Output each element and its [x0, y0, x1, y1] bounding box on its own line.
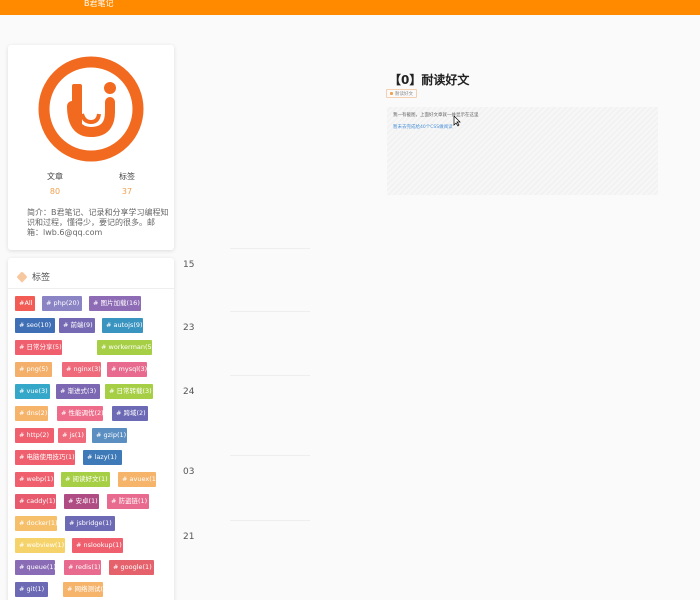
tag-chip[interactable]: # workerman(5) — [97, 340, 154, 355]
tag-chip[interactable]: # 日常转载(3) — [105, 384, 153, 399]
timeline-day: 15 — [183, 260, 195, 270]
tag-chip[interactable]: # vue(3) — [15, 384, 50, 399]
timeline-day: 23 — [183, 323, 195, 333]
tag-panel-header: 标签 — [16, 270, 51, 283]
timeline-divider — [230, 311, 310, 312]
tag-chip[interactable]: # 跨域(2) — [112, 406, 148, 421]
timeline-divider — [230, 248, 310, 249]
tag-chip[interactable]: # docker(1) — [15, 516, 58, 531]
divider — [8, 288, 174, 289]
timeline-divider — [230, 375, 310, 376]
tag-chip[interactable]: # webview(1) — [15, 538, 65, 553]
tag-chip[interactable]: # gzip(1) — [92, 428, 127, 443]
tag-chip[interactable]: # google(1) — [109, 560, 154, 575]
site-brand[interactable]: B君笔记 — [84, 0, 114, 9]
tag-chip[interactable]: # autojs(9) — [102, 318, 143, 333]
timeline-divider — [230, 455, 310, 456]
tag-chip[interactable]: # php(20) — [42, 296, 82, 311]
tag-chip[interactable]: # 网络测试(1) — [63, 582, 110, 597]
tag-chip[interactable]: # png(5) — [15, 362, 52, 377]
tag-chip[interactable]: # 防盗链(1) — [107, 494, 149, 509]
stat-articles-label: 文章 — [47, 172, 63, 181]
stat-tags-value: 37 — [121, 187, 133, 196]
timeline-day: 21 — [183, 532, 195, 542]
tag-chip[interactable]: # js(1) — [58, 428, 86, 443]
tag-chip[interactable]: # 阅读好文(1) — [61, 472, 110, 487]
tag-chip[interactable]: # 日常分享(5) — [15, 340, 62, 355]
post-tag-label: 耐读好文 — [395, 92, 413, 97]
tag-chip[interactable]: # queue(1) — [15, 560, 56, 575]
post-title[interactable]: 【0】耐读好文 — [389, 71, 469, 88]
tag-chip[interactable]: # lazy(1) — [83, 450, 122, 465]
post-preview-link[interactable]: 暂未去完成给40个CSS做阅读 — [393, 124, 453, 130]
post-preview-text: 我一有截图，上面好文章就一并显示在这里 — [393, 113, 479, 118]
tag-chip[interactable]: # seo(10) — [15, 318, 55, 333]
tag-chip[interactable]: # 渐进式(3) — [56, 384, 100, 399]
tag-chip[interactable]: # 安卓(1) — [64, 494, 99, 509]
tag-panel-title: 标签 — [32, 273, 51, 283]
tag-chip[interactable]: # 性能调优(2) — [57, 406, 104, 421]
post-preview[interactable]: 我一有截图，上面好文章就一并显示在这里 暂未去完成给40个CSS做阅读 — [387, 107, 658, 195]
top-bar: B君笔记 — [0, 0, 700, 15]
tag-chip[interactable]: # 电脑使用技巧(1) — [15, 450, 75, 465]
tag-chip[interactable]: # redis(1) — [64, 560, 101, 575]
post-tag[interactable]: 耐读好文 — [386, 89, 417, 98]
tag-chip[interactable]: # nginx(3) — [62, 362, 101, 377]
tag-chip[interactable]: # 图片加载(16) — [89, 296, 141, 311]
timeline-day: 03 — [183, 467, 195, 477]
tag-chip[interactable]: # avuex(1) — [118, 472, 158, 487]
site-logo — [38, 56, 144, 162]
stat-tags-label: 标签 — [119, 172, 135, 181]
profile-bio: 简介：B君笔记、记录和分享学习编程知识和过程，懂得少，要记的很多。邮箱：lwb.… — [27, 208, 169, 237]
stat-articles[interactable]: 文章 80 — [30, 171, 80, 196]
timeline-divider — [230, 520, 310, 521]
tag-chip[interactable]: # 前端(9) — [59, 318, 95, 333]
profile-stats: 文章 80 标签 37 — [8, 171, 174, 201]
tag-chip[interactable]: # http(2) — [15, 428, 54, 443]
mouse-cursor-icon — [453, 115, 461, 127]
tag-chip[interactable]: # mysql(3) — [107, 362, 147, 377]
tag-chip[interactable]: # jsbridge(1) — [65, 516, 115, 531]
stat-articles-value: 80 — [49, 187, 61, 196]
tag-panel: 标签 #All # php(20) # 图片加载(16) # seo(10) # 前端(… — [8, 258, 174, 600]
tag-chip[interactable]: # webp(1) — [15, 472, 54, 487]
timeline-day: 24 — [183, 387, 195, 397]
tag-dot-icon — [390, 92, 393, 95]
tag-chip[interactable]: # nslookup(1) — [72, 538, 123, 553]
tag-chip[interactable]: #All — [15, 296, 35, 311]
stat-tags[interactable]: 标签 37 — [102, 171, 152, 196]
tag-chip[interactable]: # caddy(1) — [15, 494, 56, 509]
tag-icon — [16, 271, 28, 283]
tag-chip[interactable]: # git(1) — [15, 582, 48, 597]
profile-card: 文章 80 标签 37 简介：B君笔记、记录和分享学习编程知识和过程，懂得少，要… — [8, 45, 174, 250]
tag-chip[interactable]: # dns(2) — [15, 406, 48, 421]
